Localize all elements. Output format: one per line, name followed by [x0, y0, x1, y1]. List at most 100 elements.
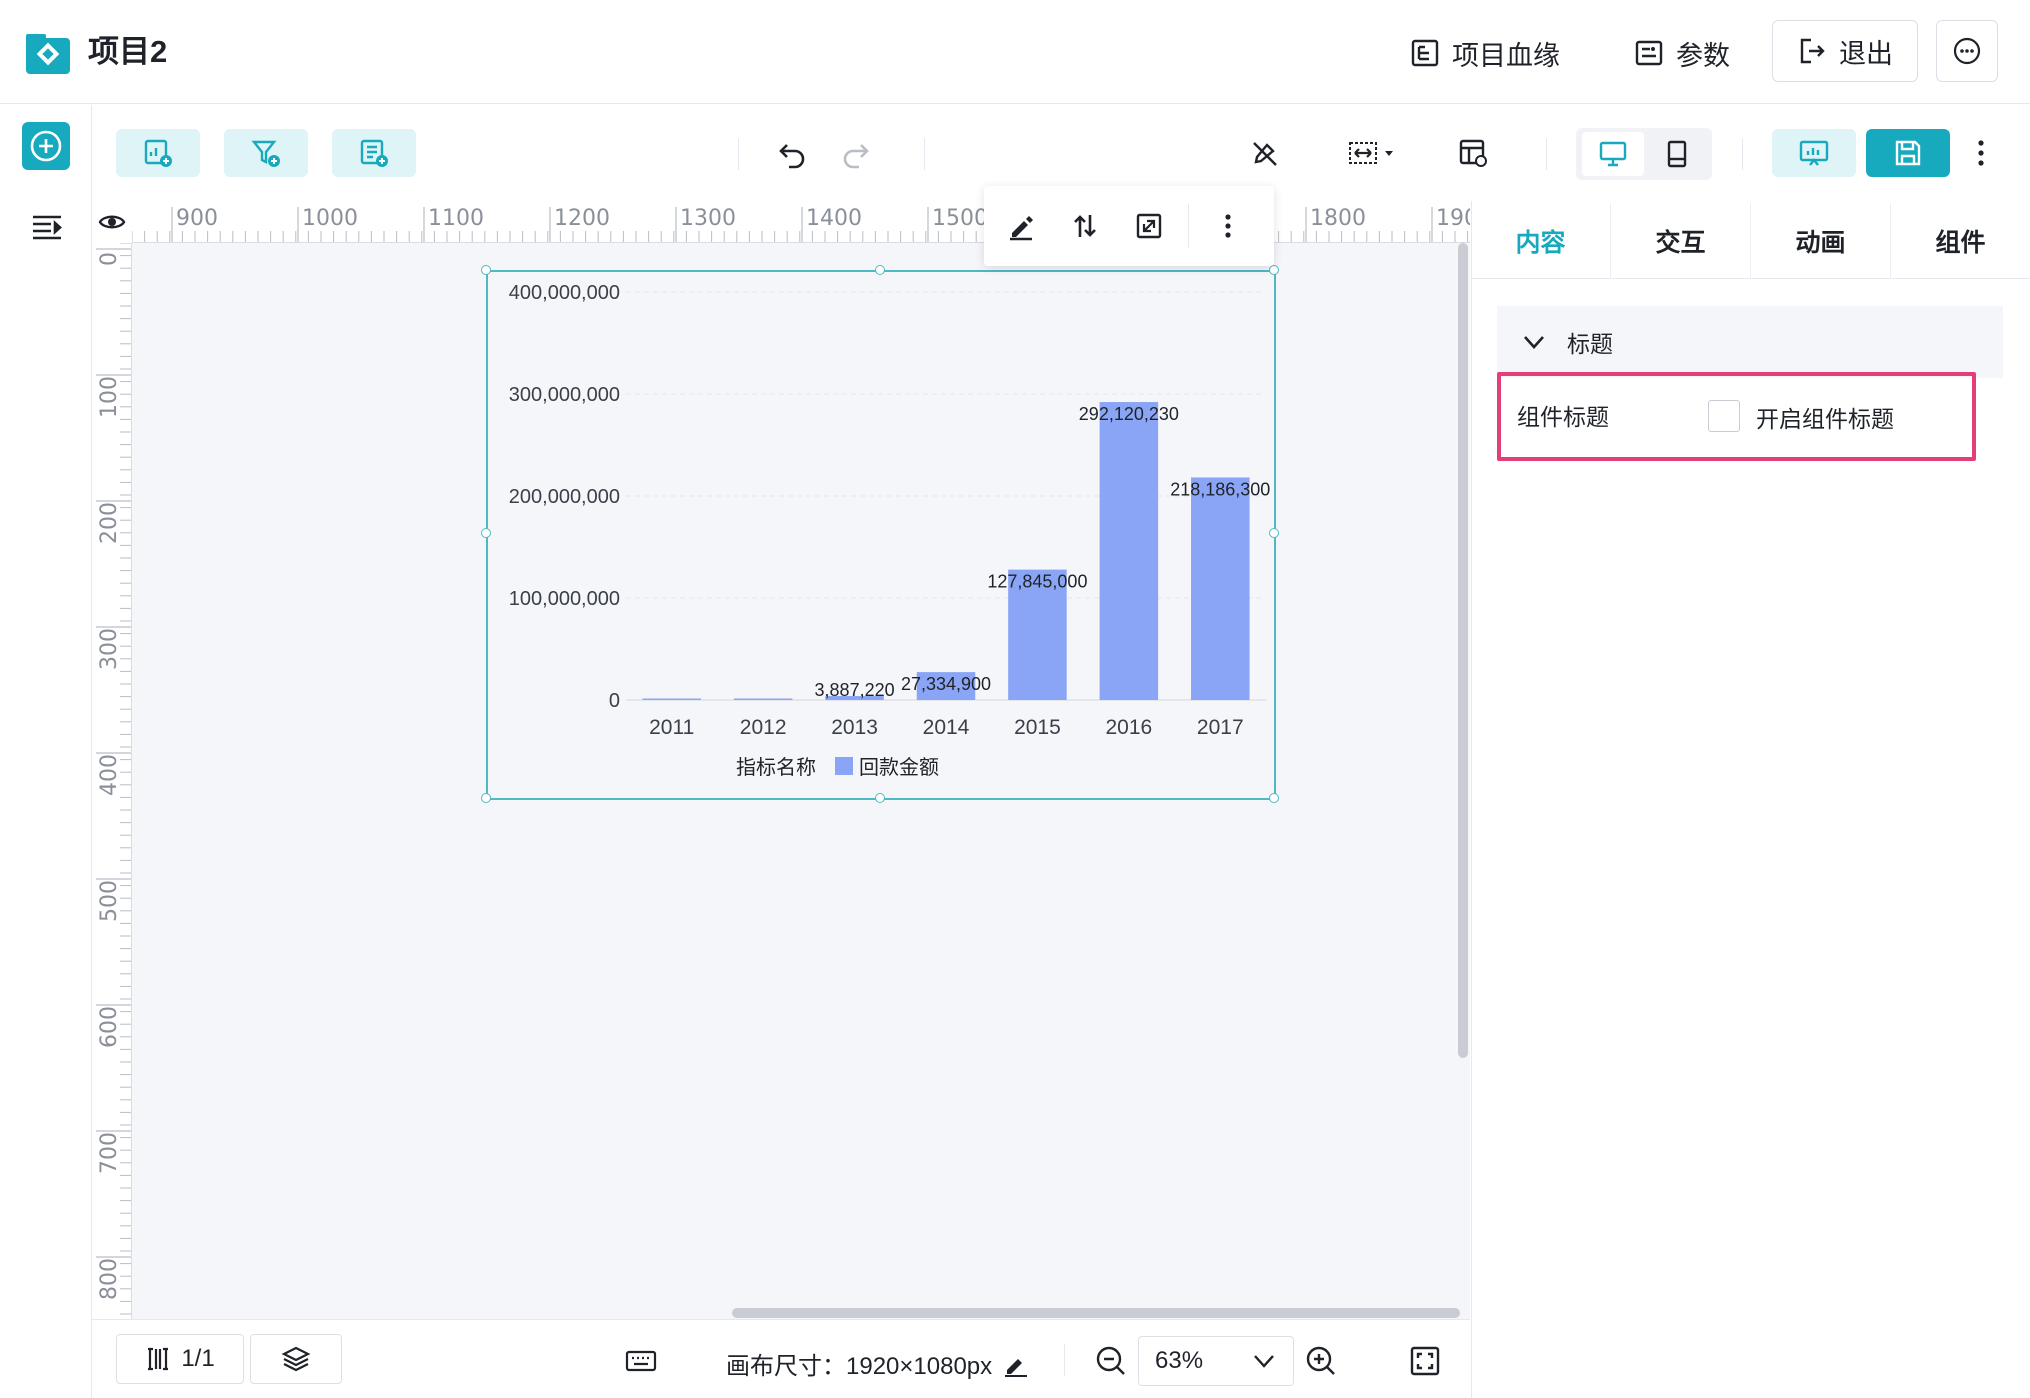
fullscreen-button[interactable] [1124, 201, 1174, 251]
panel-tabs: 内容 交互 动画 组件 [1471, 203, 2030, 279]
outline-list-icon[interactable] [30, 210, 64, 244]
toolbar-more-button[interactable] [1956, 128, 2006, 178]
canvas-size-label: 画布尺寸：1920×1080px [726, 1353, 993, 1380]
vertical-scrollbar[interactable] [1458, 243, 1468, 1058]
bar[interactable] [733, 698, 793, 701]
exit-label: 退出 [1839, 38, 1893, 69]
add-text-icon [360, 139, 388, 167]
undo-button[interactable] [768, 128, 818, 178]
zoom-out-button[interactable] [1094, 1344, 1128, 1378]
save-icon [1895, 140, 1921, 166]
bar[interactable] [1099, 402, 1159, 700]
brush-off-icon [1253, 142, 1277, 166]
keyboard-shortcuts-button[interactable] [624, 1344, 658, 1378]
add-chart-button[interactable] [116, 129, 200, 177]
ruler-x-label: 1500 [932, 206, 988, 231]
params-icon [1635, 40, 1663, 66]
component-floating-toolbar [984, 186, 1274, 266]
fit-screen-button[interactable] [1408, 1344, 1442, 1378]
visibility-toggle[interactable] [92, 201, 132, 243]
align-dropdown[interactable] [1340, 128, 1414, 178]
ruler-y-label: 500 [97, 880, 122, 922]
y-tick-label: 0 [609, 690, 620, 712]
desktop-icon [1599, 141, 1627, 167]
resize-handle[interactable] [481, 528, 491, 538]
redo-button[interactable] [830, 128, 880, 178]
chevron-down-icon [1524, 336, 1544, 349]
mobile-view-button[interactable] [1648, 132, 1706, 176]
enable-title-label[interactable]: 开启组件标题 [1756, 400, 1894, 434]
resize-handle[interactable] [875, 793, 885, 803]
tab-interaction[interactable]: 交互 [1611, 203, 1750, 279]
tab-animation[interactable]: 动画 [1751, 203, 1890, 279]
component-more-button[interactable] [1203, 201, 1253, 251]
edit-pen-icon[interactable] [1002, 1350, 1030, 1378]
resize-handle[interactable] [1269, 793, 1279, 803]
component-title-label: 组件标题 [1517, 404, 1609, 430]
lineage-icon [1411, 39, 1439, 67]
ruler-y-label: 700 [97, 1132, 122, 1174]
zoom-in-icon [1306, 1346, 1335, 1375]
add-component-button[interactable] [22, 122, 70, 170]
legend-series-name[interactable]: 回款金额 [859, 756, 939, 779]
clear-format-button[interactable] [1240, 128, 1290, 178]
reorder-button[interactable] [1060, 201, 1110, 251]
y-tick-label: 100,000,000 [509, 588, 620, 610]
edit-component-button[interactable] [996, 201, 1046, 251]
desktop-view-button[interactable] [1582, 132, 1644, 176]
ruler-x-label: 1100 [428, 206, 484, 231]
page-split-icon [148, 1347, 169, 1371]
preview-button[interactable] [1772, 129, 1856, 177]
x-tick-label: 2015 [1014, 716, 1061, 739]
tab-component[interactable]: 组件 [1891, 203, 2030, 279]
bar[interactable] [642, 698, 701, 701]
page-indicator-button[interactable]: 1/1 [116, 1334, 244, 1384]
left-rail [0, 105, 92, 1398]
y-tick-label: 400,000,000 [509, 282, 620, 304]
add-filter-button[interactable] [224, 129, 308, 177]
exit-button[interactable]: 退出 [1772, 20, 1918, 82]
exit-icon [1800, 38, 1825, 64]
chart-component[interactable]: 400,000,000 300,000,000 200,000,000 100,000… [486, 270, 1276, 800]
horizontal-scrollbar[interactable] [732, 1308, 1460, 1318]
eye-icon [98, 215, 126, 229]
zoom-select[interactable]: 63% [1138, 1336, 1294, 1386]
bar[interactable] [1191, 477, 1250, 700]
add-text-button[interactable] [332, 129, 416, 177]
resize-handle[interactable] [481, 265, 491, 275]
enable-title-checkbox[interactable] [1708, 400, 1740, 432]
more-options-button[interactable] [1936, 20, 1998, 82]
ruler-x-label: 1300 [680, 206, 736, 231]
align-distribute-icon [1349, 142, 1393, 164]
ruler-y-label: 200 [97, 502, 122, 544]
ruler-y-label: 800 [97, 1258, 122, 1300]
zoom-out-icon [1096, 1346, 1125, 1375]
ruler-x-label: 900 [176, 206, 218, 231]
undo-icon [779, 144, 805, 169]
redo-icon [843, 144, 869, 169]
fit-screen-icon [1410, 1346, 1440, 1376]
legend-swatch [835, 757, 853, 775]
edit-pen-icon [1010, 216, 1033, 241]
layers-button[interactable] [250, 1334, 342, 1384]
title-section-header[interactable]: 标题 [1497, 306, 2003, 378]
section-title: 标题 [1567, 331, 1613, 357]
sort-arrows-icon [1074, 215, 1096, 237]
toolbar-separator [738, 138, 739, 170]
save-button[interactable] [1866, 129, 1950, 177]
layout-settings-button[interactable] [1448, 128, 1498, 178]
project-lineage-button[interactable]: 项目血缘 [1410, 28, 1560, 78]
resize-handle[interactable] [481, 793, 491, 803]
app-logo-icon [26, 34, 70, 74]
tab-content[interactable]: 内容 [1471, 203, 1610, 279]
ruler-x-label: 1400 [806, 206, 862, 231]
resize-handle[interactable] [875, 265, 885, 275]
resize-handle[interactable] [1269, 265, 1279, 275]
y-tick-label: 200,000,000 [509, 486, 620, 508]
ruler-y-label: 300 [97, 628, 122, 670]
params-button[interactable]: 参数 [1634, 28, 1730, 78]
legend-title: 指标名称 [736, 756, 816, 779]
more-circle-icon [1953, 37, 1981, 65]
zoom-in-button[interactable] [1304, 1344, 1338, 1378]
resize-handle[interactable] [1269, 528, 1279, 538]
